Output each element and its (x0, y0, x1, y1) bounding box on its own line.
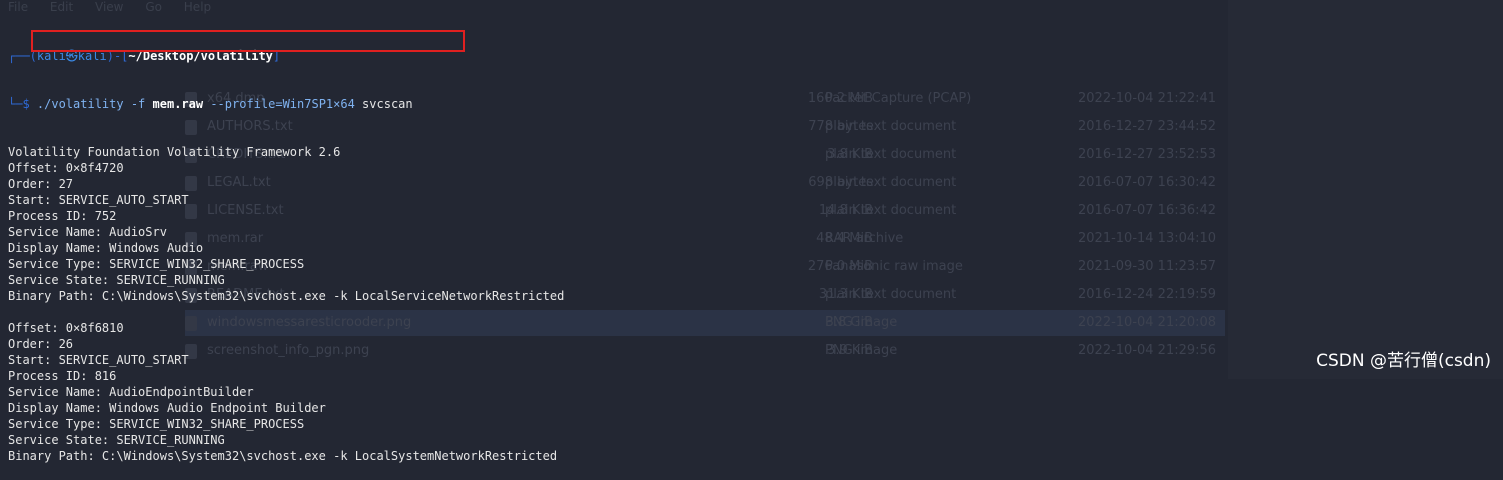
file-date: 2021-10-14 13:04:10 (1078, 231, 1217, 246)
output-line: Process ID: 816 (8, 369, 117, 383)
output-line: Volatility Foundation Volatility Framewo… (8, 145, 341, 159)
output-line: Start: SERVICE_AUTO_START (8, 353, 189, 367)
file-type: plain text document (825, 147, 957, 162)
command-plugin: svcscan (362, 97, 413, 111)
command-profile: --profile=Win7SP1×64 (203, 97, 363, 111)
file-date: 2022-10-04 21:22:41 (1078, 91, 1217, 106)
file-type: PNG image (825, 315, 898, 330)
prompt-symbol: └─$ (8, 97, 37, 111)
file-date: 2021-09-30 11:23:57 (1078, 259, 1217, 274)
menu-view[interactable]: View (95, 0, 123, 14)
output-line: Display Name: Windows Audio Endpoint Bui… (8, 401, 326, 415)
output-line: Process ID: 752 (8, 209, 117, 223)
terminal-output[interactable]: ┌──(kali㉿kali)-[~/Desktop/volatility] └─… (8, 16, 564, 480)
output-line: Order: 27 (8, 177, 74, 191)
output-line: Service Type: SERVICE_WIN32_SHARE_PROCES… (8, 257, 305, 271)
output-line: Service Type: SERVICE_WIN32_SHARE_PROCES… (8, 417, 305, 431)
command-file: mem.raw (152, 97, 204, 111)
command-line[interactable]: └─$ ./volatility -f mem.raw --profile=Wi… (8, 96, 564, 112)
output-line: Service Name: AudioEndpointBuilder (8, 385, 254, 399)
command-flag: -f (123, 97, 153, 111)
file-date: 2022-10-04 21:20:08 (1078, 315, 1217, 330)
file-date: 2022-10-04 21:29:56 (1078, 343, 1217, 358)
file-date: 2016-07-07 16:36:42 (1078, 203, 1217, 218)
output-line: Binary Path: C:\Windows\System32\svchost… (8, 289, 565, 303)
file-type: PNG image (825, 343, 898, 358)
file-type: Packet Capture (PCAP) (825, 91, 972, 106)
output-line: Service State: SERVICE_RUNNING (8, 433, 225, 447)
output-line: Display Name: Windows Audio (8, 241, 204, 255)
file-type: Panasonic raw image (825, 259, 963, 274)
file-type: plain text document (825, 119, 957, 134)
command-executable: ./volatility (36, 97, 124, 111)
output-line: Service Name: AudioSrv (8, 225, 167, 239)
file-date: 2016-12-24 22:19:59 (1078, 287, 1217, 302)
file-date: 2016-07-07 16:30:42 (1078, 175, 1217, 190)
background-menu: File Edit View Go Help (8, 0, 229, 14)
output-line: Order: 26 (8, 337, 74, 351)
output-line: Binary Path: C:\Windows\System32\svchost… (8, 449, 558, 463)
background-side-panel (1228, 0, 1503, 379)
file-type: plain text document (825, 203, 957, 218)
menu-help[interactable]: Help (184, 0, 211, 14)
command-highlight-box (31, 30, 465, 52)
file-date: 2016-12-27 23:44:52 (1078, 119, 1217, 134)
output-line: Offset: 0×8f6810 (8, 321, 124, 335)
file-type: plain text document (825, 175, 957, 190)
output-line: Offset: 0×8f4720 (8, 161, 124, 175)
output-line: Start: SERVICE_AUTO_START (8, 193, 189, 207)
menu-go[interactable]: Go (145, 0, 162, 14)
menu-edit[interactable]: Edit (50, 0, 73, 14)
file-type: plain text document (825, 287, 957, 302)
watermark: CSDN @苦行僧(csdn) (1316, 351, 1491, 371)
file-date: 2016-12-27 23:52:53 (1078, 147, 1217, 162)
file-type: RAR archive (825, 231, 904, 246)
output-line: Service State: SERVICE_RUNNING (8, 273, 225, 287)
menu-file[interactable]: File (8, 0, 28, 14)
